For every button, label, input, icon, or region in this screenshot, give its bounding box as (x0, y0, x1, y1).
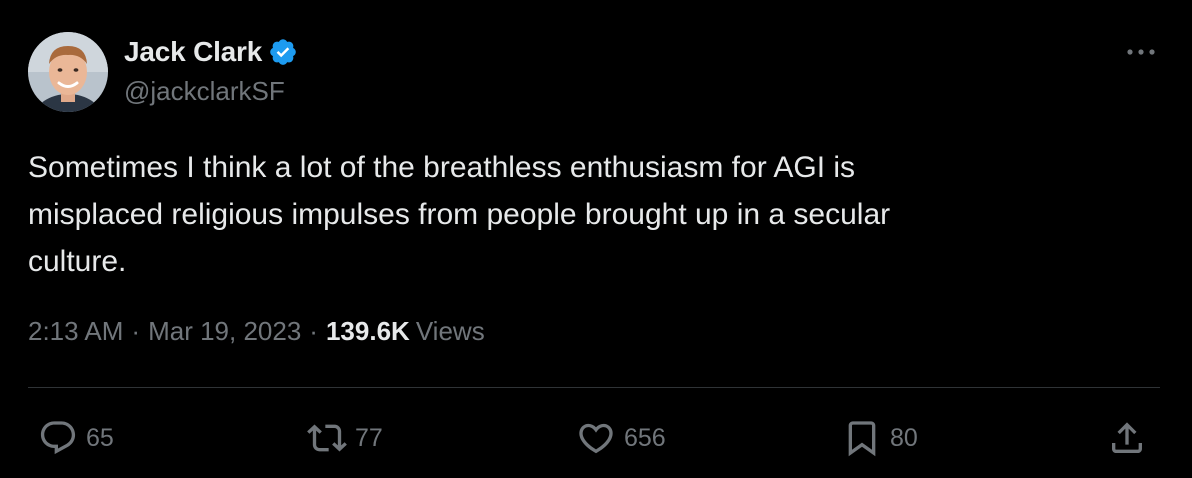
author-name-row: Jack Clark (124, 35, 298, 69)
avatar[interactable] (28, 32, 108, 112)
more-options-button[interactable] (1122, 38, 1162, 66)
tweet-time[interactable]: 2:13 AM (28, 316, 123, 347)
bookmark-count: 80 (890, 423, 918, 452)
reply-bubble-icon (40, 421, 76, 455)
more-dots-icon (1127, 49, 1155, 55)
views-count: 139.6K (325, 316, 410, 346)
heart-icon (579, 423, 613, 454)
action-bar: 65 77 656 80 (0, 414, 1192, 462)
verified-badge-icon[interactable] (268, 37, 298, 67)
divider (28, 387, 1160, 388)
meta-separator: · (309, 316, 318, 346)
bookmark-icon (848, 421, 876, 457)
retweet-button[interactable]: 77 (303, 414, 383, 462)
tweet-text: Sometimes I think a lot of the breathles… (28, 151, 891, 278)
retweet-icon (307, 424, 347, 452)
like-button[interactable]: 656 (576, 414, 666, 462)
like-count: 656 (624, 423, 666, 452)
views-label: Views (415, 316, 485, 346)
tweet-date[interactable]: Mar 19, 2023 (148, 316, 301, 347)
tweet-card: Jack Clark @jackclarkSF Sometimes I thin… (0, 0, 1192, 478)
meta-separator: · (131, 316, 141, 346)
tweet-meta: 2:13 AM · Mar 19, 2023 · 139.6K Views (28, 316, 485, 347)
avatar-image (28, 32, 108, 112)
reply-button[interactable]: 65 (38, 414, 114, 462)
author-handle[interactable]: @jackclarkSF (124, 76, 285, 107)
retweet-count: 77 (355, 423, 383, 452)
bookmark-button[interactable]: 80 (842, 414, 918, 462)
share-button[interactable] (1107, 414, 1147, 462)
author-name[interactable]: Jack Clark (124, 36, 262, 68)
share-icon (1112, 422, 1142, 453)
reply-count: 65 (86, 423, 114, 452)
